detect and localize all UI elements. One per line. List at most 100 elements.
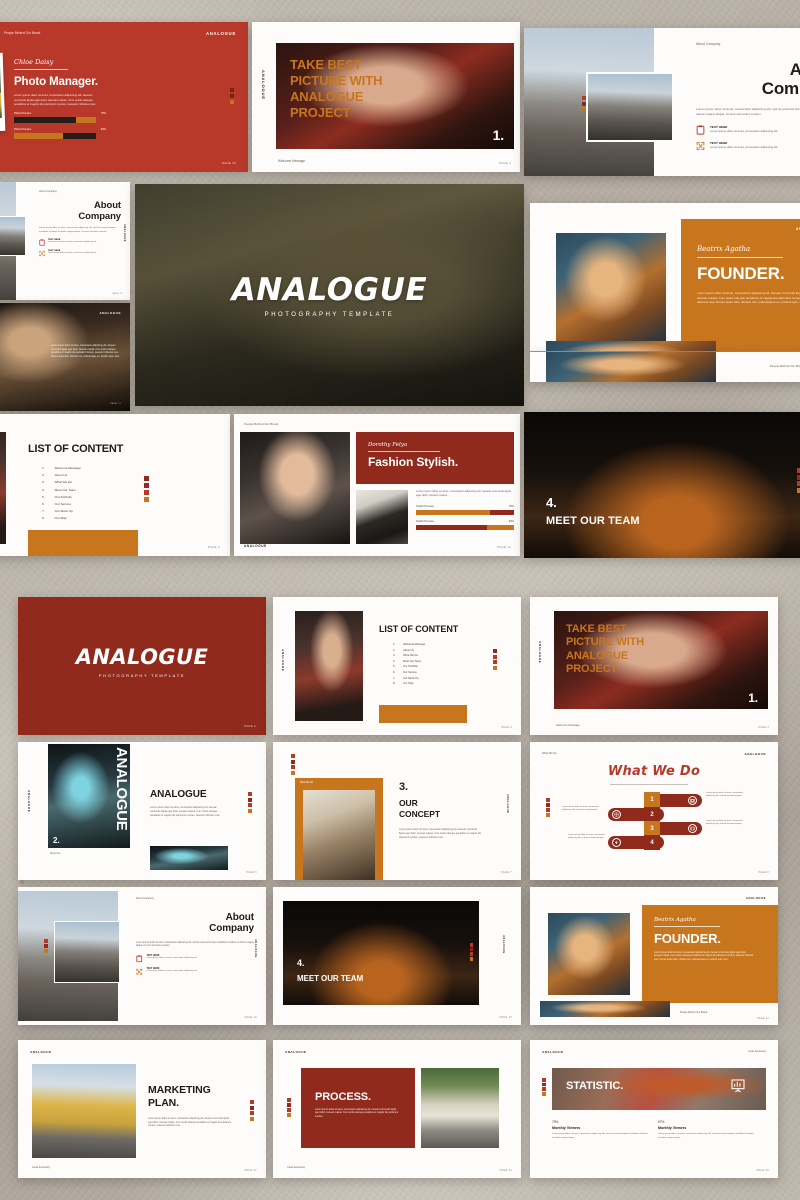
- list-item[interactable]: 2. About Us: [393, 649, 425, 652]
- acg-body: Lorem ipsum dolor sit amet, consectetur …: [136, 941, 254, 948]
- list-item[interactable]: 3. What We Do: [393, 654, 425, 657]
- feature-body: Lorem ipsum dolor sit amet, consectetur …: [146, 969, 198, 972]
- slide-meet-our-team-top[interactable]: 4. MEET OUR TEAM: [524, 412, 800, 558]
- list-item[interactable]: 2. About Us: [42, 473, 81, 477]
- progress-bar: [416, 509, 514, 515]
- stat-eyebrow: Great Sectionary: [748, 1050, 766, 1053]
- film-icon: [688, 824, 697, 833]
- slide-meet-our-team-grid[interactable]: 4. MEET OUR TEAM ANALOGUE PAGE 15: [273, 887, 521, 1025]
- slide-about-company-grid[interactable]: About Company About Company Lorem ipsum d…: [18, 887, 266, 1025]
- list-item[interactable]: 4. Meet Our Team: [42, 488, 81, 492]
- list-item[interactable]: 5. Our Portfolio: [42, 495, 81, 499]
- divider: [697, 257, 783, 258]
- stat-label: Monthly Viewers: [658, 1126, 687, 1130]
- take-best-number: 1.: [492, 127, 505, 144]
- slide-photo-manager[interactable]: People Behind Our Brand ANALOGUE Chloe D…: [0, 22, 248, 172]
- slide-founder-grid[interactable]: ANALOGUE Beatrix Agatha FOUNDER. Lorem i…: [530, 887, 778, 1025]
- slide-analogue-about[interactable]: ANALOGUE ANALOGUE 2. About Us ANALOGUE L…: [18, 742, 266, 880]
- slide-list-of-content[interactable]: LIST OF CONTENT 1. Welcome Message 2. Abou…: [0, 414, 230, 556]
- slide-founder-top[interactable]: ANALOGUE Beatrix Agatha FOUNDER. Lorem i…: [530, 203, 800, 351]
- slide-dark-portrait[interactable]: ANALOGUE y Lorem ipsum dolor sit amet, c…: [0, 303, 130, 411]
- feature-item: TEXT HERE Lorem ipsum dolor sit amet, co…: [696, 125, 800, 135]
- square-accent: [291, 754, 295, 775]
- list-item[interactable]: 8. Our Map: [393, 682, 425, 685]
- progress-bar: [14, 117, 96, 124]
- list-item-label: What We Do: [54, 480, 73, 485]
- title-red-page: PAGE 2: [244, 724, 256, 728]
- photo-woman-asian: [240, 432, 350, 544]
- slide-statistic[interactable]: ANALOGUE Great Sectionary STATISTIC. 79%…: [530, 1040, 778, 1178]
- list-item[interactable]: 7. Our Mock Up: [393, 677, 425, 680]
- list-item-label: Our Map: [403, 682, 414, 686]
- list-item-label: About Us: [54, 473, 68, 478]
- process-footer: Great Sectionary: [287, 1166, 305, 1169]
- list-item-number: 6.: [42, 501, 45, 506]
- photo-strip-grid: [540, 1001, 670, 1017]
- photo-manager-brand: ANALOGUE: [205, 31, 236, 36]
- slide-title-red[interactable]: ANALOGUE PHOTOGRAPHY TEMPLATE PAGE 2: [18, 597, 266, 735]
- list-of-content-title: LIST OF CONTENT: [28, 443, 124, 455]
- fashion-eyebrow: People Behind Our Brand: [244, 422, 279, 426]
- list-item-number: 4.: [393, 659, 396, 663]
- take-best-2-number: 1.: [748, 691, 758, 706]
- slide-what-we-do[interactable]: What We Do ANALOGUE What We Do 1 2 3 4 L…: [530, 742, 778, 880]
- list-item[interactable]: 7. Our Mock Up: [42, 509, 81, 513]
- presentation-chart-icon: [731, 1079, 745, 1093]
- photo-man-portrait: [586, 72, 674, 142]
- list-item[interactable]: 4. Meet Our Team: [393, 660, 425, 663]
- slide-hero-analogue[interactable]: ANALOGUE PHOTOGRAPHY TEMPLATE: [135, 184, 524, 406]
- fashion-title: Fashion Stylish.: [368, 455, 459, 469]
- list-item-number: 4.: [42, 487, 45, 492]
- slide-our-concept[interactable]: What We Do 3. OUR CONCEPT Lorem ipsum dol…: [273, 742, 521, 880]
- photo-van: [421, 1068, 499, 1148]
- list-item[interactable]: 1. Welcome Message: [393, 643, 425, 646]
- list-item[interactable]: 6. Our Service: [393, 671, 425, 674]
- list-item-label: About Us: [403, 648, 414, 652]
- wwd-step-2-body: Lorem ipsum dolor sit amet, consectetur …: [562, 806, 599, 812]
- founder-grid-panel: Beatrix Agatha FOUNDER. Lorem ipsum dolo…: [642, 905, 778, 1003]
- flash-icon: [612, 838, 621, 847]
- photo-crowd-grid: 4. MEET OUR TEAM: [283, 901, 479, 1005]
- slide-marketing-plan[interactable]: ANALOGUE MARKETING PLAN. Lorem ipsum dolo…: [18, 1040, 266, 1178]
- slide-process[interactable]: ANALOGUE PROCESS. Lorem ipsum dolor sit …: [273, 1040, 521, 1178]
- fashion-body: Lorem ipsum dolor sit amet, consectetur …: [416, 490, 511, 498]
- list-item[interactable]: 5. Our Portfolio: [393, 665, 425, 668]
- list-item[interactable]: 6. Our Service: [42, 502, 81, 506]
- list-item[interactable]: 8. Our Map: [42, 516, 81, 520]
- founder-panel: ANALOGUE Beatrix Agatha FOUNDER. Lorem i…: [681, 219, 800, 351]
- slide-list-of-content-2[interactable]: ANALOGUE LIST OF CONTENT 1. Welcome Messa…: [273, 597, 521, 735]
- fashion-brand: ANALOGUE: [244, 544, 267, 548]
- bar-label: Stylish Process: [416, 504, 434, 508]
- expand-icon: [39, 251, 45, 257]
- slide-take-best-2[interactable]: ANALOGUE TAKE BEST PICTURE WITH ANALOGUE P…: [530, 597, 778, 735]
- feature-body: Lorem ipsum dolor sit amet, consectetur …: [146, 957, 198, 960]
- feature-body: Lorem ipsum dolor sit amet, consectetur …: [710, 128, 779, 133]
- mp-page: PAGE 21: [244, 1169, 257, 1172]
- wwd-step-3-body: Lorem ipsum dolor sit amet, consectetur …: [706, 820, 743, 826]
- stat-item: 97% Monthly Viewers Lorem ipsum dolor si…: [658, 1120, 756, 1140]
- process-body: Lorem ipsum dolor sit amet, consectetur …: [315, 1108, 399, 1118]
- aperture-icon: [612, 810, 621, 819]
- meet-team-title: MEET OUR TEAM: [546, 515, 640, 527]
- wwd-step-1-number: 1: [644, 792, 660, 807]
- photo-strip: [546, 352, 716, 382]
- list-item-label: Meet Our Team: [403, 659, 421, 663]
- orange-block: [28, 530, 138, 556]
- slide-about-company-small[interactable]: About Company About Company Lorem ipsum d…: [0, 182, 130, 300]
- list-item[interactable]: 3. What We Do: [42, 480, 81, 484]
- feature-body: Lorem ipsum dolor sit amet, consectetur …: [48, 241, 97, 244]
- slide-take-best-picture[interactable]: ANALOGUE TAKE BEST PICTURE WITH ANALOGUE…: [252, 22, 520, 172]
- fashion-name: Dorothy Felya: [368, 442, 408, 448]
- clipboard-icon: [39, 239, 45, 246]
- feature-body: Lorem ipsum dolor sit amet, consectetur …: [710, 144, 779, 149]
- process-title: PROCESS.: [315, 1091, 371, 1103]
- fashion-page: PAGE 14: [497, 545, 511, 549]
- divider: [654, 926, 720, 927]
- slide-fashion-stylish[interactable]: People Behind Our Brand Dorothy Felya Fa…: [234, 414, 520, 556]
- list-item[interactable]: 1. Welcome Message: [42, 466, 81, 470]
- founder-grid-page: PAGE 12: [757, 1017, 769, 1020]
- slide-about-company-top[interactable]: About Company About Company Lorem ipsum …: [524, 28, 800, 176]
- about-company-title: About Company: [761, 60, 800, 99]
- expand-icon: [696, 142, 705, 150]
- list-item-number: 5.: [42, 494, 45, 499]
